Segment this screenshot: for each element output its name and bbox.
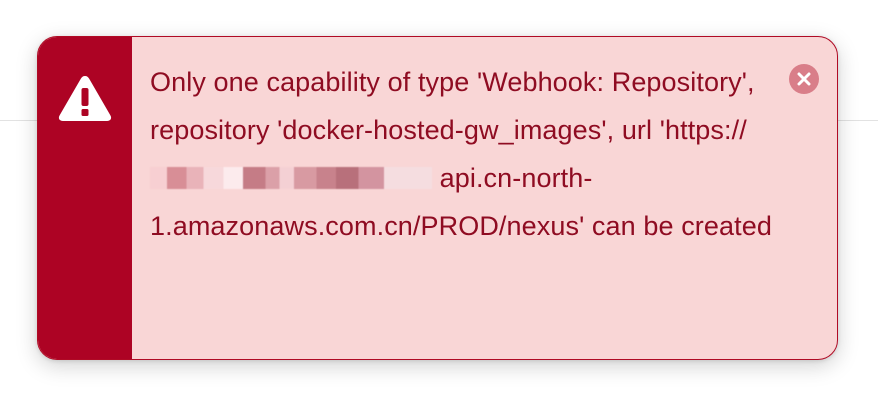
error-toast: Only one capability of type 'Webhook: Re… <box>37 36 838 360</box>
toast-message: Only one capability of type 'Webhook: Re… <box>150 58 777 250</box>
warning-icon <box>57 73 113 123</box>
page-divider <box>0 120 40 121</box>
message-text-start: Only one capability of type 'Webhook: Re… <box>150 67 755 145</box>
redacted-host <box>150 166 432 189</box>
toast-body: Only one capability of type 'Webhook: Re… <box>132 37 837 359</box>
toast-icon-strip <box>38 37 132 359</box>
close-icon <box>797 72 811 86</box>
close-button[interactable] <box>789 64 819 94</box>
page-divider <box>838 120 878 121</box>
